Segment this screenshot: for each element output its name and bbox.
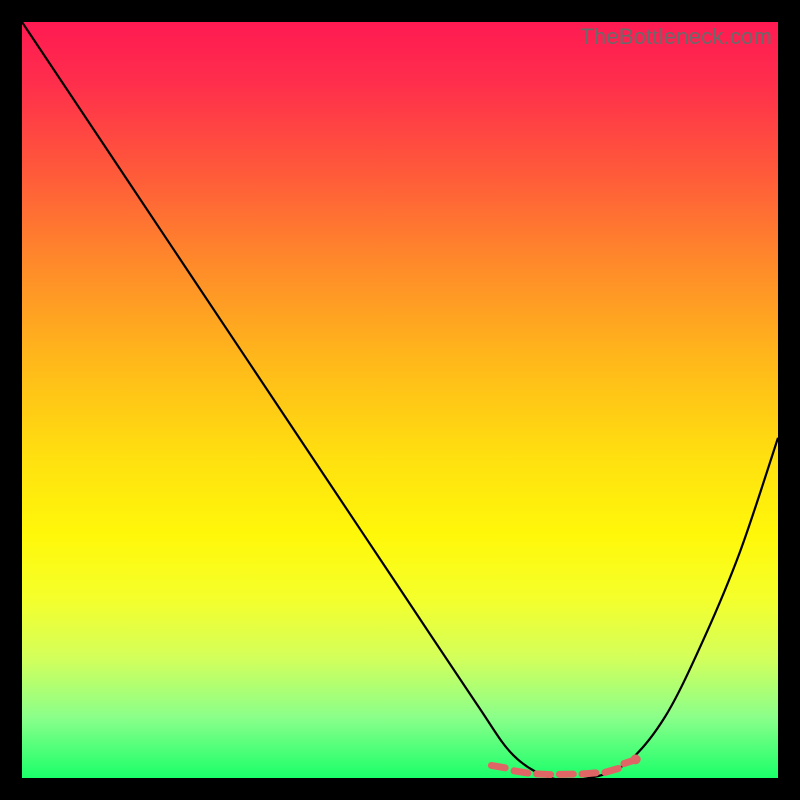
chart-container: TheBottleneck.com — [0, 0, 800, 800]
bottleneck-curve-path — [22, 22, 778, 778]
highlight-dash — [537, 774, 551, 775]
highlight-dash — [491, 765, 505, 767]
chart-svg — [22, 22, 778, 778]
highlight-end-dot — [631, 754, 641, 764]
highlight-dash — [605, 768, 618, 772]
marker-group — [491, 754, 640, 774]
highlight-dash — [514, 771, 528, 773]
highlight-dash — [582, 773, 596, 774]
plot-area: TheBottleneck.com — [22, 22, 778, 778]
curve-group — [22, 22, 778, 778]
